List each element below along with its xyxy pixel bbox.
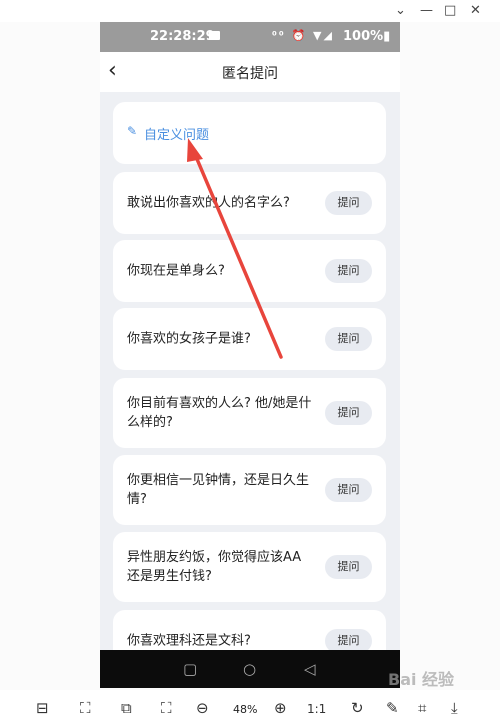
status-icons: ⁰⁰ ⏰ ▼◢ [272,29,334,42]
zoom-in-icon[interactable]: ⊕ [274,699,287,717]
question-card: 你现在是单身么? 提问 [113,240,386,302]
recent-apps-icon[interactable]: ▢ [183,660,197,678]
window-titlebar: ⌄ — □ ✕ [0,0,500,22]
actual-size-button[interactable]: 1:1 [307,702,326,716]
edit-icon[interactable]: ✎ [386,699,399,717]
maximize-button[interactable]: □ [444,3,456,19]
ask-button[interactable]: 提问 [325,259,372,283]
question-text: 你目前有喜欢的人么? 他/她是什么样的? [127,396,312,430]
viewer-toolbar: ⊟ ⛶ ⧉ ⛶ ⊖ 48% ⊕ 1:1 ↻ ✎ ⌗ ⤓ [0,690,500,728]
custom-question-card[interactable]: ✎ 自定义问题 [113,102,386,164]
zoom-level: 48% [233,703,258,716]
baidu-watermark: Bai 经验 [388,670,455,689]
layout-icon[interactable]: ⊟ [36,699,49,717]
question-text: 你喜欢的女孩子是谁? [127,331,251,347]
system-navigation-bar: ▢ ○ ◁ [100,650,400,688]
custom-question-label: 自定义问题 [144,128,210,143]
collapse-icon[interactable]: ⌄ [395,3,406,19]
back-triangle-icon[interactable]: ◁ [304,660,316,678]
app-header: ‹ 匿名提问 [100,52,400,92]
download-icon[interactable]: ⤓ [451,699,458,717]
fullscreen-icon[interactable]: ⛶ [161,699,172,717]
ask-button[interactable]: 提问 [325,478,372,502]
question-card: 你目前有喜欢的人么? 他/她是什么样的? 提问 [113,378,386,448]
ask-button[interactable]: 提问 [325,327,372,351]
home-icon[interactable]: ○ [243,660,256,678]
page-title: 匿名提问 [222,66,278,82]
question-text: 异性朋友约饭，你觉得应该AA还是男生付钱? [127,550,302,584]
question-card: 敢说出你喜欢的人的名字么? 提问 [113,172,386,234]
question-text: 你更相信一见钟情，还是日久生情? [127,473,310,507]
minimize-button[interactable]: — [420,3,433,19]
compare-icon[interactable]: ⧉ [121,699,132,717]
fit-screen-icon[interactable]: ⛶ [80,699,91,717]
question-card: 你更相信一见钟情，还是日久生情? 提问 [113,455,386,525]
zoom-out-icon[interactable]: ⊖ [196,699,209,717]
rotate-icon[interactable]: ↻ [351,699,364,717]
phone-screen: 22:28:29 ⁰⁰ ⏰ ▼◢ 100%▮ ‹ 匿名提问 ✎ 自定义问题 敢说… [100,22,400,688]
image-notification-icon [209,31,220,40]
question-card: 你喜欢的女孩子是谁? 提问 [113,308,386,370]
ask-button[interactable]: 提问 [325,555,372,579]
question-text: 你喜欢理科还是文科? [127,633,251,649]
crop-icon[interactable]: ⌗ [418,699,426,717]
status-time: 22:28:29 [150,29,215,44]
close-button[interactable]: ✕ [470,3,481,19]
ask-button[interactable]: 提问 [325,401,372,425]
question-text: 敢说出你喜欢的人的名字么? [127,195,290,211]
pencil-icon: ✎ [127,124,138,138]
question-text: 你现在是单身么? [127,263,225,279]
status-bar: 22:28:29 ⁰⁰ ⏰ ▼◢ 100%▮ [100,22,400,52]
battery-indicator: 100%▮ [343,29,391,44]
ask-button[interactable]: 提问 [325,191,372,215]
question-card: 异性朋友约饭，你觉得应该AA还是男生付钱? 提问 [113,532,386,602]
